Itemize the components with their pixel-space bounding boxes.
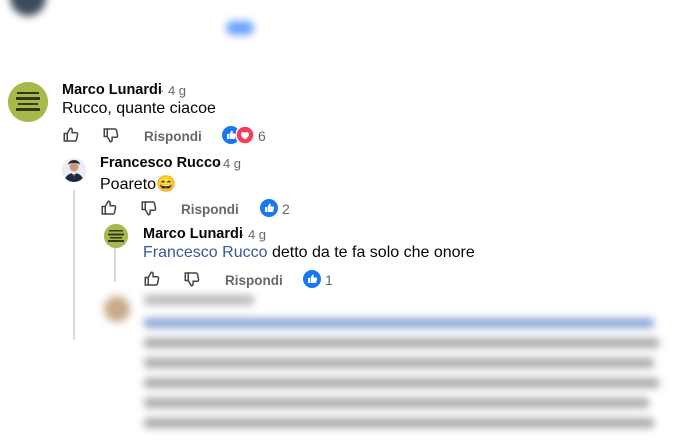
comment-text: Poareto😄 [100, 176, 176, 193]
thumbs-up-icon[interactable] [100, 199, 118, 222]
thumbs-down-icon[interactable] [102, 126, 120, 149]
comment-time[interactable]: · 4 g [160, 83, 186, 98]
reaction-count[interactable]: 6 [258, 128, 266, 144]
blurred-line [144, 378, 659, 388]
reply-button[interactable]: Rispondi [181, 202, 239, 217]
avatar [104, 296, 130, 322]
blurred-line [144, 418, 654, 428]
comment-text: Francesco Rucco detto da te fa solo che … [143, 244, 475, 262]
comment-author[interactable]: Marco Lunardi [62, 82, 162, 98]
avatar[interactable] [62, 158, 86, 182]
reaction-icons [226, 21, 254, 35]
thread-line [73, 190, 75, 340]
reaction-count[interactable]: 2 [282, 201, 290, 217]
like-reaction-icon[interactable] [260, 199, 278, 222]
next-comment-blurred [100, 290, 680, 440]
avatar[interactable] [104, 224, 128, 248]
comment-author[interactable]: Marco Lunardi [143, 226, 243, 242]
thumbs-down-icon[interactable] [140, 199, 158, 222]
mention-link[interactable]: Francesco Rucco [143, 244, 268, 261]
reply-button[interactable]: Rispondi [144, 129, 202, 144]
comment-text-body: detto da te fa solo che onore [271, 244, 475, 261]
love-reaction-icon[interactable] [235, 125, 255, 149]
reaction-count[interactable]: 1 [325, 272, 333, 288]
comment-author[interactable]: Francesco Rucco [100, 155, 221, 171]
reply-button[interactable]: Rispondi [225, 273, 283, 288]
comment-time[interactable]: · 4 g [240, 227, 266, 242]
blurred-line [144, 338, 659, 348]
blurred-author [144, 295, 254, 305]
thumbs-up-icon[interactable] [62, 126, 80, 149]
blurred-line [144, 318, 654, 328]
blurred-line [144, 398, 649, 408]
avatar[interactable] [8, 82, 48, 122]
avatar [10, 0, 46, 16]
previous-comment-blurred [0, 0, 696, 62]
comment-text: Rucco, quante ciacoe [62, 100, 216, 117]
blurred-line [144, 358, 654, 368]
comment-time[interactable]: · 4 g [215, 156, 241, 171]
